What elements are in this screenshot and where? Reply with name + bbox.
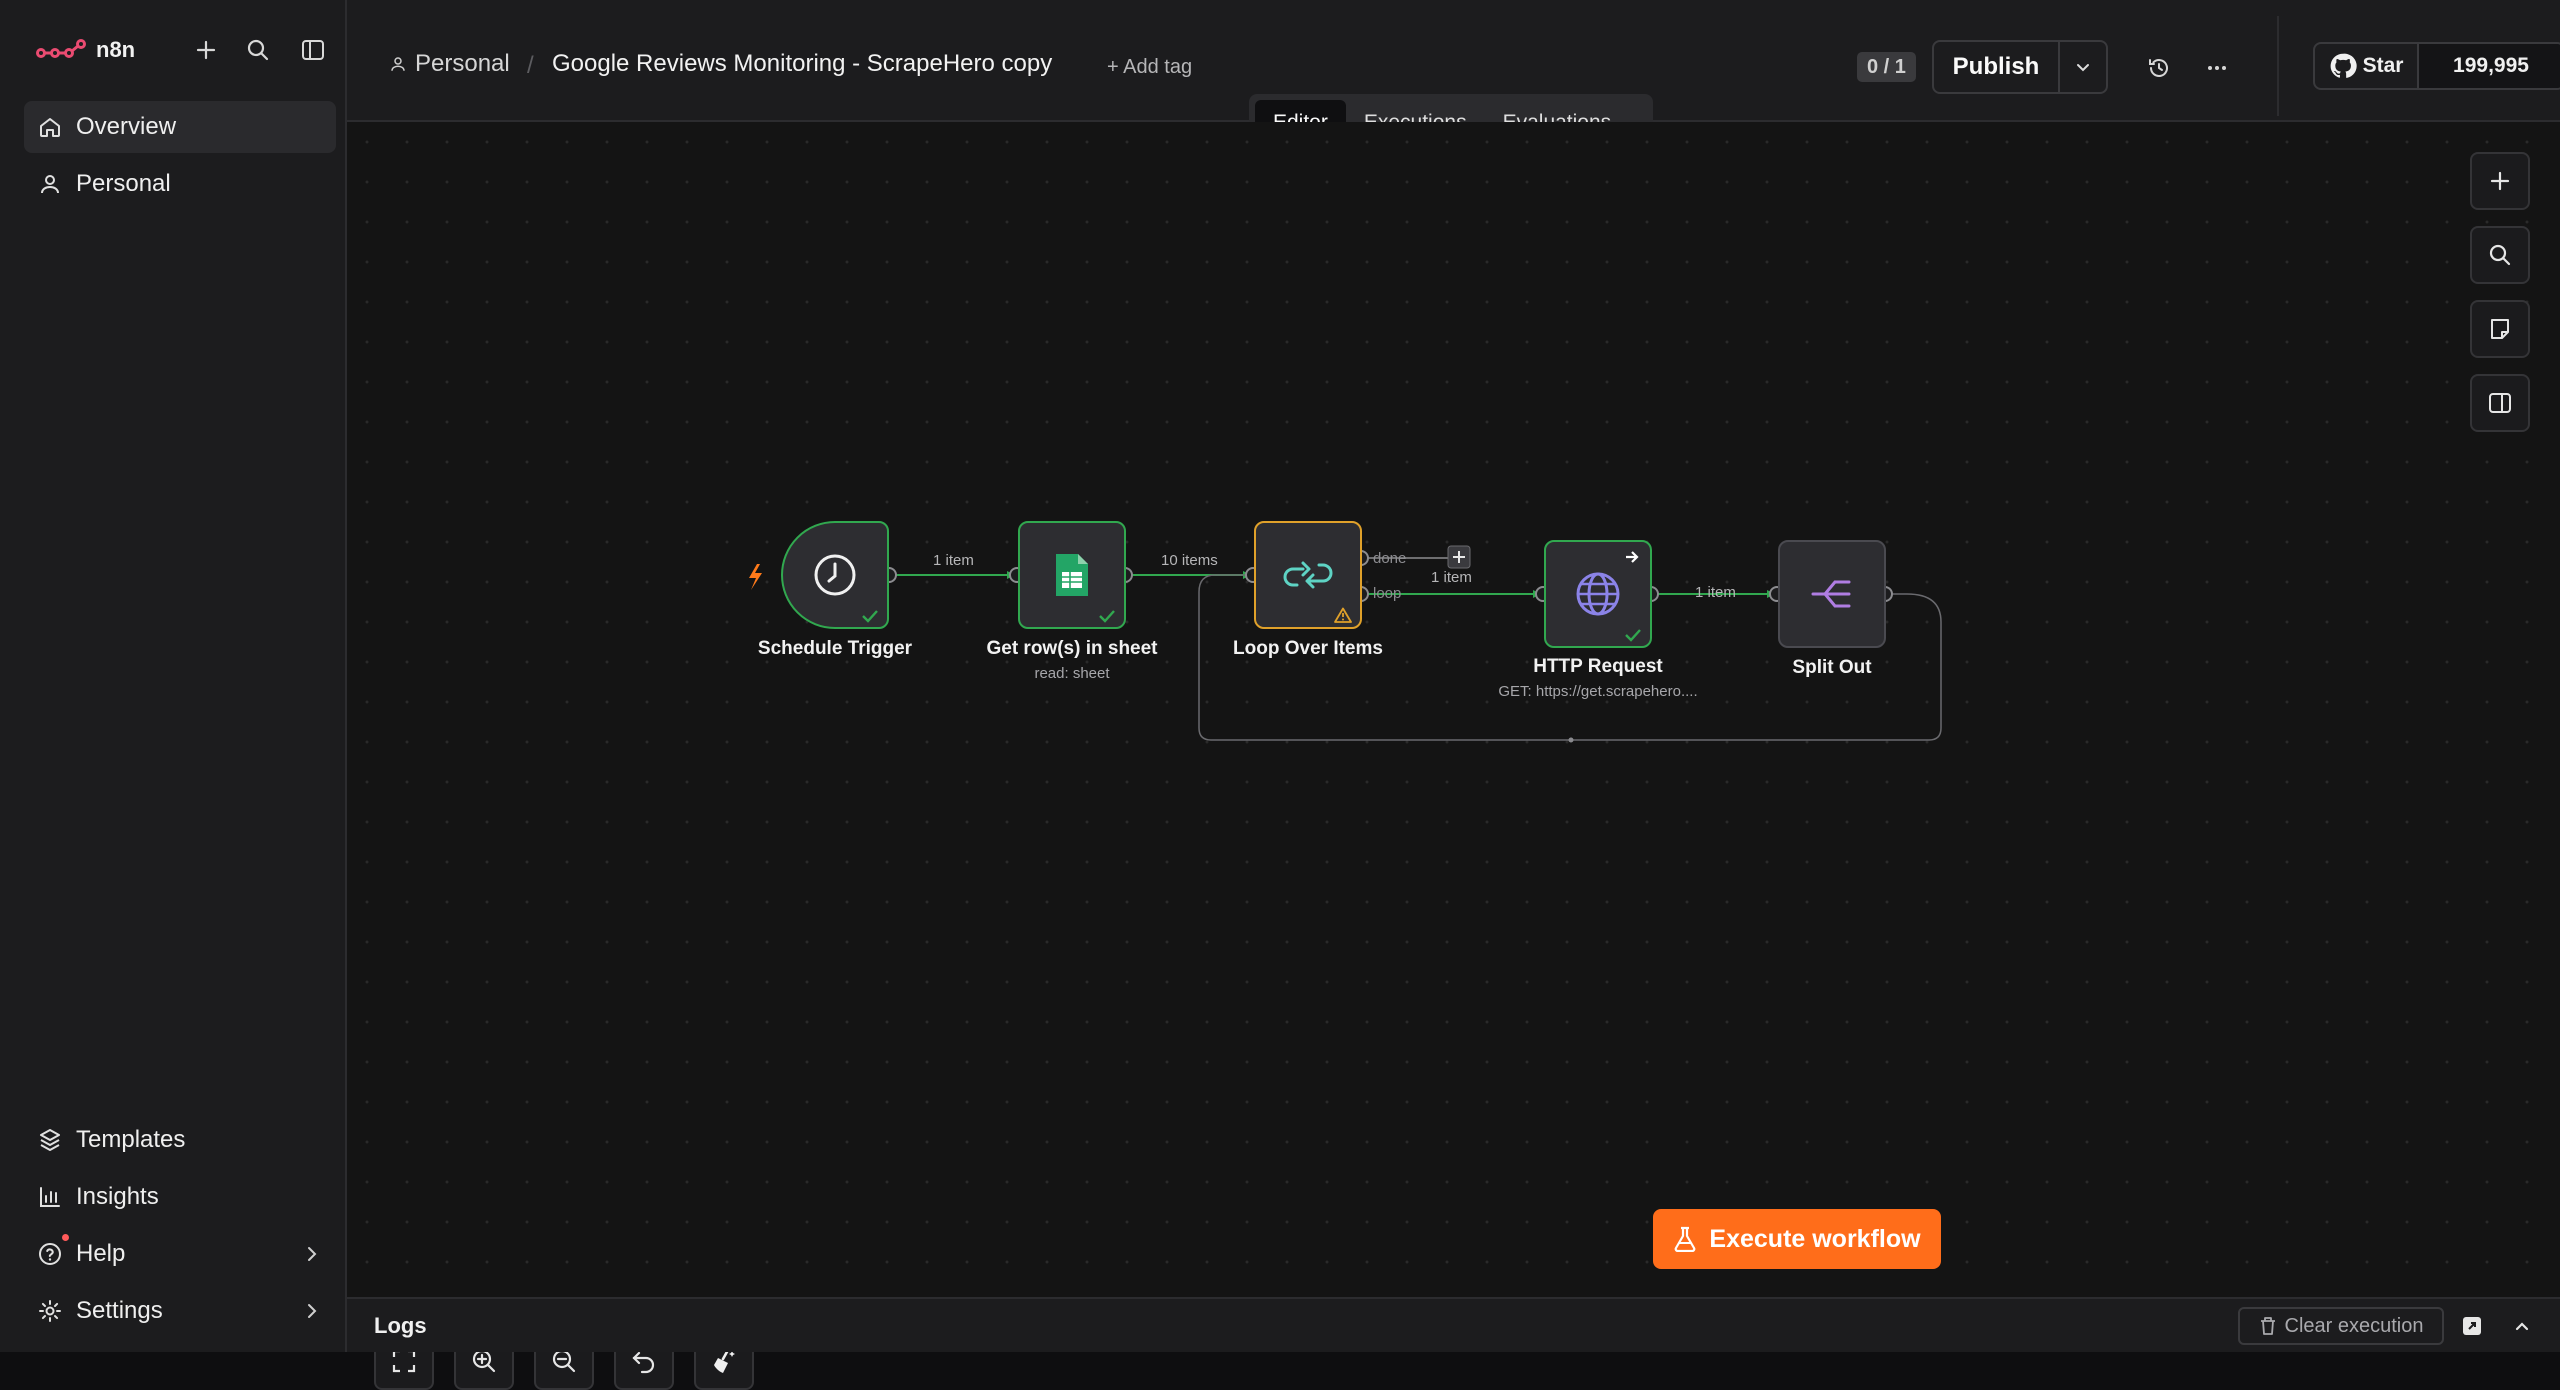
add-tag-button[interactable]: + Add tag: [1107, 56, 1192, 79]
google-sheets-icon: [1056, 554, 1088, 596]
toggle-sidebar-button[interactable]: [295, 32, 331, 68]
sidebar-item-settings[interactable]: Settings: [24, 1285, 336, 1337]
node-title: Schedule Trigger: [757, 638, 913, 659]
breadcrumb-project[interactable]: Personal: [389, 50, 510, 78]
loop-loop-label: loop: [1373, 585, 1402, 602]
home-icon: [40, 118, 60, 137]
history-icon: [2149, 59, 2168, 77]
node-get-rows-in-sheet[interactable]: [1018, 521, 1126, 629]
sidebar-item-templates[interactable]: Templates: [24, 1114, 336, 1166]
sidebar-item-label: Personal: [76, 170, 171, 197]
edge-label: 1 item: [1695, 584, 1736, 601]
edge-label: 1 item: [1431, 569, 1472, 586]
more-options-button[interactable]: [2199, 50, 2235, 86]
clear-execution-button[interactable]: Clear execution: [2238, 1307, 2444, 1345]
success-check-icon: [862, 610, 878, 623]
chevron-down-icon: [2077, 64, 2089, 72]
chevron-right-icon: [308, 1247, 317, 1261]
loop-done-label: done: [1373, 550, 1407, 567]
sidebar-item-help[interactable]: Help: [24, 1228, 336, 1280]
sidebar-item-label: Help: [76, 1240, 126, 1267]
chevron-right-icon: [308, 1304, 317, 1318]
node-title: Get row(s) in sheet: [986, 638, 1158, 659]
gear-icon: [39, 1300, 61, 1322]
chevron-up-icon: [2515, 1322, 2529, 1331]
breadcrumb-separator: /: [527, 52, 534, 79]
warning-triangle-icon: [1334, 607, 1352, 623]
trigger-bolt-icon: [749, 564, 762, 590]
sidebar-item-label: Settings: [76, 1297, 163, 1324]
breadcrumb-project-label: Personal: [415, 50, 510, 77]
loop-icon: [1283, 561, 1333, 589]
sidebar-item-label: Templates: [76, 1126, 186, 1153]
node-schedule-trigger[interactable]: [781, 521, 889, 629]
templates-icon: [40, 1129, 60, 1151]
github-icon: [2330, 53, 2357, 78]
expand-logs-button[interactable]: [2505, 1309, 2539, 1343]
execute-workflow-button[interactable]: Execute workflow: [1653, 1209, 1941, 1269]
node-title: Split Out: [1792, 657, 1872, 678]
arrow-right-icon: [1626, 551, 1639, 563]
sidebar-item-overview[interactable]: Overview: [24, 101, 336, 153]
clear-execution-label: Clear execution: [2284, 1314, 2424, 1337]
github-star-left: Star: [2315, 44, 2419, 88]
sidebar-toggle-icon: [302, 40, 324, 60]
success-check-icon: [1099, 610, 1115, 623]
connection-midpoint: [1568, 737, 1574, 743]
workflow-title-text: Google Reviews Monitoring - ScrapeHero c…: [552, 50, 1053, 77]
search-icon: [247, 39, 269, 61]
github-star-label: Star: [2362, 54, 2404, 77]
node-subtitle: read: sheet: [1034, 665, 1110, 682]
sidebar-item-personal[interactable]: Personal: [24, 158, 336, 210]
node-loop-over-items[interactable]: [1254, 521, 1362, 629]
help-icon: [39, 1243, 61, 1265]
sidebar-item-label: Overview: [76, 113, 177, 140]
publish-dropdown-button[interactable]: [2060, 42, 2106, 92]
open-logs-window-button[interactable]: [2455, 1309, 2489, 1343]
edge-label: 10 items: [1161, 552, 1218, 569]
n8n-logo-icon: [36, 39, 86, 58]
node-split-out[interactable]: [1778, 540, 1886, 648]
user-icon: [41, 175, 59, 194]
workflow-canvas[interactable]: 1 item 10 items done loop 1 item 1 item …: [347, 122, 2560, 1390]
globe-icon: [1576, 572, 1620, 616]
clock-icon: [814, 554, 856, 596]
node-subtitle: GET: https://get.scrapehero....: [1498, 683, 1698, 700]
header-divider: [2277, 16, 2279, 116]
logs-title: Logs: [374, 1313, 427, 1338]
split-out-icon: [1811, 580, 1851, 608]
sidebar: n8n Overview Personal Templates Insights: [0, 0, 347, 1352]
publish-button-group: Publish: [1932, 40, 2108, 94]
workflow-title[interactable]: Google Reviews Monitoring - ScrapeHero c…: [552, 50, 1052, 78]
publish-button[interactable]: Publish: [1934, 42, 2060, 92]
connection-lines: [749, 545, 1942, 743]
github-star-count: 199,995: [2419, 44, 2560, 88]
logs-panel[interactable]: Logs Clear execution: [347, 1297, 2560, 1352]
create-button[interactable]: [188, 32, 224, 68]
active-counter: 0 / 1: [1857, 52, 1916, 82]
node-title: Loop Over Items: [1233, 638, 1383, 659]
more-horizontal-icon: [2208, 66, 2226, 70]
sidebar-item-insights[interactable]: Insights: [24, 1171, 336, 1223]
history-button[interactable]: [2141, 50, 2177, 86]
search-button[interactable]: [240, 32, 276, 68]
github-star-button[interactable]: Star 199,995: [2313, 42, 2560, 90]
edge-label: 1 item: [933, 552, 974, 569]
node-http-request[interactable]: [1544, 540, 1652, 648]
pop-out-icon: [2463, 1317, 2481, 1335]
notification-dot: [62, 1234, 69, 1241]
sidebar-item-label: Insights: [76, 1183, 159, 1210]
flask-icon: [1675, 1226, 1696, 1252]
trash-icon: [2260, 1317, 2275, 1335]
logo-text: n8n: [96, 37, 136, 62]
user-icon: [391, 57, 405, 71]
plus-icon: [196, 40, 216, 60]
bar-chart-icon: [40, 1187, 60, 1207]
node-title: HTTP Request: [1533, 656, 1663, 677]
success-check-icon: [1625, 629, 1641, 642]
execute-workflow-label: Execute workflow: [1709, 1224, 1921, 1253]
n8n-logo[interactable]: n8n: [36, 30, 135, 70]
